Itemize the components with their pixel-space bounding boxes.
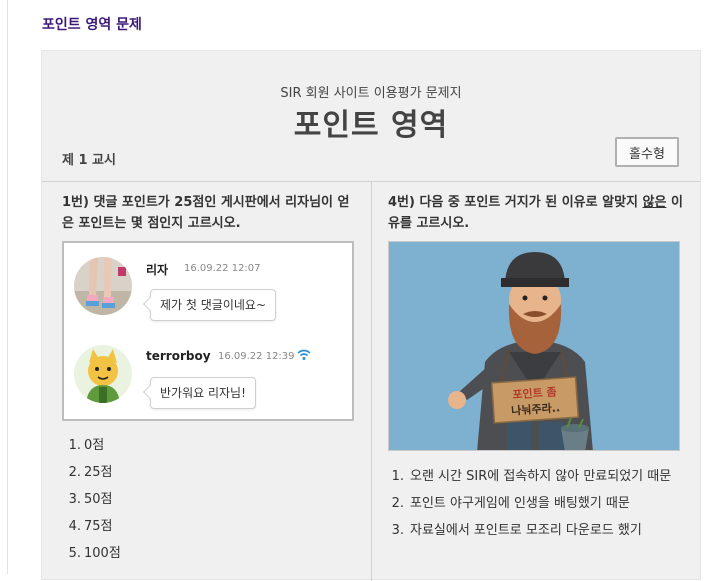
exam-title: 포인트 영역 [293, 108, 449, 143]
avatar-terrorboy [74, 345, 132, 403]
page-heading: 포인트 영역 문제 [42, 17, 142, 33]
option-item[interactable]: 5. 100점 [62, 540, 121, 567]
option-item[interactable]: 1. 0점 [62, 432, 121, 459]
exam-period: 제 1 교시 [62, 153, 116, 168]
comment-screenshot: 리자 16.09.22 12:07 제가 첫 댓글이네요~ terrorboy … [62, 241, 354, 421]
option-item[interactable]: 4. 75점 [62, 513, 121, 540]
avatar-liza [74, 257, 132, 315]
exam-subtitle: SIR 회원 사이트 이용평가 문제지 [280, 86, 462, 101]
option-item[interactable]: 2. 포인트 야구게임에 인생을 배팅했기 때문 [388, 490, 688, 517]
option-item[interactable]: 3. 50점 [62, 486, 121, 513]
exam-type-button[interactable]: 홀수형 [615, 137, 679, 167]
question-1-text: 1번) 댓글 포인트가 25점인 게시판에서 리자님이 얻은 포인트는 몇 점인… [62, 195, 350, 231]
column-divider [371, 181, 372, 581]
comment-date-1: 16.09.22 12:07 [184, 263, 261, 274]
comment-bubble-2: 반가워요 리자님! [150, 377, 256, 409]
left-divider [7, 0, 8, 574]
beggar-illustration: 포인트 좀 나눠주라.. [388, 241, 680, 451]
comment-author-1: 리자 [146, 263, 169, 277]
option-item[interactable]: 2. 25점 [62, 459, 121, 486]
comment-date-2: 16.09.22 12:39 [218, 351, 295, 362]
comment-author-2: terrorboy [146, 349, 211, 363]
question-4-text: 4번) 다음 중 포인트 거지가 된 이유로 알맞지 않은 이유를 고르시오. [388, 195, 683, 231]
question-4-options: 1. 오랜 시간 SIR에 접속하지 않아 만료되었기 때문 2. 포인트 야구게임… [388, 463, 688, 544]
exam-sheet: SIR 회원 사이트 이용평가 문제지 포인트 영역 제 1 교시 홀수형 1번… [41, 50, 701, 581]
question-1-options: 1. 0점 2. 25점 3. 50점 4. 75점 5. 100점 [62, 432, 121, 567]
option-item[interactable]: 1. 오랜 시간 SIR에 접속하지 않아 만료되었기 때문 [388, 463, 688, 490]
signal-icon [297, 349, 311, 360]
option-item[interactable]: 3. 자료실에서 포인트로 모조리 다운로드 했기 [388, 517, 688, 544]
comment-bubble-1: 제가 첫 댓글이네요~ [150, 289, 277, 321]
